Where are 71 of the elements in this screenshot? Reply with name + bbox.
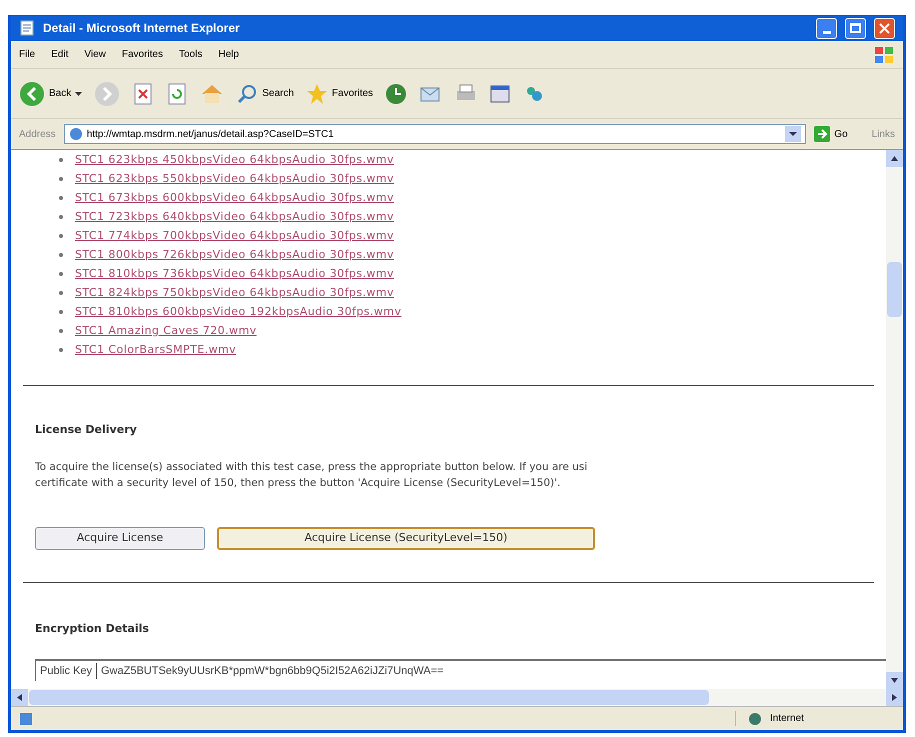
menu-item[interactable]: Tools [178, 47, 202, 62]
go-arrow-icon [814, 126, 830, 142]
bullet-icon [59, 234, 63, 238]
file-link[interactable]: STC1 810kbps 600kbpsVideo 192kbpsAudio 30fps.wmv [75, 302, 402, 321]
scroll-down-icon [886, 672, 903, 689]
file-link[interactable]: STC1 800kbps 726kbpsVideo 64kbpsAudio 30fps.wmv [75, 245, 394, 264]
file-link[interactable]: STC1 810kbps 736kbpsVideo 64kbpsAudio 30fps.wmv [75, 264, 394, 283]
menu-item[interactable]: File [19, 47, 36, 62]
menu-item[interactable]: Favorites [122, 47, 163, 62]
address-field[interactable]: http://wmtap.msdrm.net/janus/detail.asp?CaseID=STC1 [64, 124, 806, 144]
stop-button[interactable] [132, 82, 154, 104]
bullet-icon [59, 272, 63, 276]
horizontal-scrollbar[interactable] [11, 689, 903, 706]
home-icon [200, 82, 224, 104]
clock-icon [385, 82, 408, 104]
bullet-icon [59, 328, 63, 332]
bullet-icon [59, 196, 63, 200]
window-title: Detail - Microsoft Internet Explorer [43, 20, 240, 37]
address-label: Address [19, 128, 56, 142]
acquire-license-button[interactable]: Acquire License [35, 526, 205, 550]
maximize-button[interactable] [845, 18, 866, 38]
file-link[interactable]: STC1 723kbps 640kbpsVideo 64kbpsAudio 30fps.wmv [75, 207, 394, 226]
home-button[interactable] [200, 82, 224, 104]
windows-logo-icon [873, 44, 895, 64]
section-heading: License Delivery [34, 422, 138, 438]
globe-icon [748, 712, 762, 726]
public-key-field[interactable]: Public Key GwaZ5BUTSek9yUUsrKB*ppmW*bgn6bb9Q5i2I52A62iJZi7UnqWA== [35, 659, 886, 681]
stop-icon [132, 82, 154, 104]
file-link[interactable]: STC1 824kbps 750kbpsVideo 64kbpsAudio 30fps.wmv [75, 283, 394, 302]
file-link[interactable]: STC1 774kbps 700kbpsVideo 64kbpsAudio 30fps.wmv [75, 226, 394, 245]
refresh-button[interactable] [166, 82, 188, 104]
search-button[interactable]: Search [236, 82, 294, 104]
star-icon [306, 82, 328, 104]
bullet-icon [59, 290, 63, 294]
file-link[interactable]: STC1 623kbps 550kbpsVideo 64kbpsAudio 30fps.wmv [75, 169, 394, 188]
vertical-scrollbar[interactable] [886, 150, 903, 689]
file-link[interactable]: STC1 ColorBarsSMPTE.wmv [75, 340, 236, 359]
scroll-left-icon [11, 689, 28, 706]
scroll-thumb[interactable] [887, 262, 902, 317]
scroll-right-icon [886, 689, 903, 706]
browser-icon [19, 20, 35, 36]
minimize-button[interactable] [816, 18, 837, 38]
menu-item[interactable]: Help [218, 47, 239, 62]
bullet-icon [59, 176, 63, 180]
bullet-icon [59, 214, 63, 218]
search-icon [236, 82, 258, 104]
refresh-icon [166, 82, 188, 104]
back-button[interactable]: Back [19, 80, 82, 106]
history-button[interactable] [385, 82, 408, 104]
instruction-text: To acquire the license(s) associated with this test case, press the appropriate button below. If you are usi certificate with a security level of 150, then press the button 'Acquire License (SecurityLevel=150)'. [34, 460, 588, 490]
window-icon [489, 82, 512, 104]
bullet-icon [59, 158, 63, 162]
go-button[interactable]: Go [814, 126, 848, 142]
menu-item[interactable]: View [84, 47, 106, 62]
edit-button[interactable] [489, 82, 512, 104]
bullet-icon [59, 348, 63, 352]
zone-label: Internet [770, 712, 804, 726]
file-link[interactable]: STC1 623kbps 450kbpsVideo 64kbpsAudio 30fps.wmv [75, 150, 394, 169]
bullet-icon [59, 310, 63, 314]
favorites-button[interactable]: Favorites [306, 82, 374, 104]
close-icon [879, 22, 890, 34]
dropdown-arrow-icon [75, 92, 82, 96]
menu-item[interactable]: Edit [51, 47, 68, 62]
scroll-up-icon [886, 150, 903, 167]
acquire-license-button[interactable]: Acquire License (SecurityLevel=150) [217, 526, 595, 550]
file-link[interactable]: STC1 673kbps 600kbpsVideo 64kbpsAudio 30fps.wmv [75, 188, 394, 207]
bullet-icon [59, 252, 63, 256]
section-heading: Encryption Details [34, 620, 150, 636]
scroll-thumb[interactable] [29, 690, 709, 705]
close-button[interactable] [874, 18, 895, 38]
file-link[interactable]: STC1 Amazing Caves 720.wmv [75, 321, 257, 340]
